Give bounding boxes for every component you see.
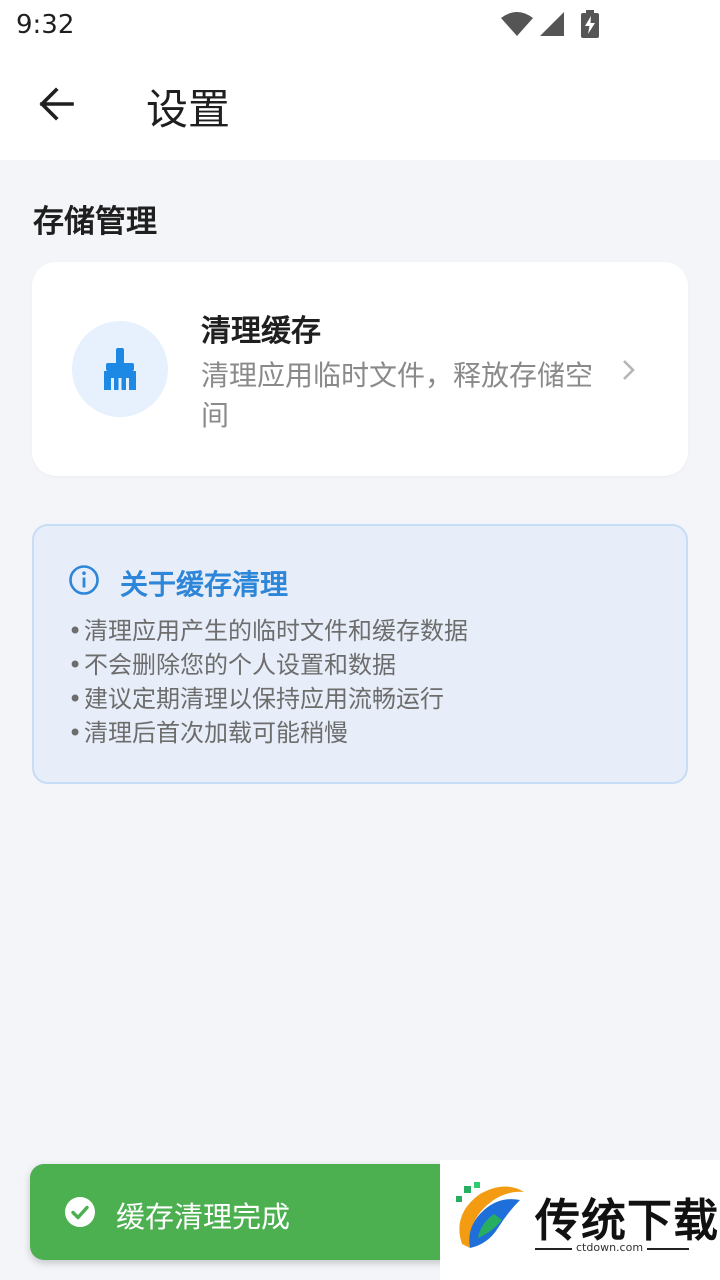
status-time: 9:32 (16, 10, 75, 40)
clean-cache-card[interactable]: 清理缓存 清理应用临时文件，释放存储空间 (32, 262, 688, 476)
info-list-item: •不会删除您的个人设置和数据 (68, 651, 396, 679)
clean-cache-icon-container (72, 321, 168, 417)
battery-charging-icon (581, 10, 599, 38)
info-list-item: •清理后首次加载可能稍慢 (68, 719, 348, 747)
watermark-brand: 传统下载 (535, 1194, 720, 1247)
watermark: 传统下载 ctdown.com (440, 1160, 720, 1280)
broom-icon (104, 348, 136, 390)
clean-cache-title: 清理缓存 (201, 314, 321, 349)
status-bar: 9:32 (0, 0, 720, 48)
info-icon (69, 565, 99, 595)
info-list-item: •清理应用产生的临时文件和缓存数据 (68, 617, 468, 645)
info-list: •清理应用产生的临时文件和缓存数据 •不会删除您的个人设置和数据 •建议定期清理… (68, 614, 468, 750)
watermark-url: ctdown.com (572, 1241, 648, 1254)
wifi-icon (501, 12, 533, 36)
cache-info-box: 关于缓存清理 •清理应用产生的临时文件和缓存数据 •不会删除您的个人设置和数据 … (32, 524, 688, 784)
page-title: 设置 (146, 85, 231, 134)
info-title: 关于缓存清理 (120, 568, 289, 601)
signal-icon (540, 12, 564, 36)
section-title-storage: 存储管理 (33, 204, 157, 240)
clean-cache-description: 清理应用临时文件，释放存储空间 (201, 359, 594, 432)
watermark-logo (456, 1182, 524, 1248)
app-bar: 设置 (0, 48, 720, 160)
info-list-item: •建议定期清理以保持应用流畅运行 (68, 685, 444, 713)
arrow-left-icon (39, 87, 74, 121)
check-circle-icon (65, 1197, 95, 1227)
toast-message: 缓存清理完成 (116, 1200, 291, 1234)
chevron-right-icon (623, 360, 635, 380)
back-button[interactable] (26, 76, 86, 132)
